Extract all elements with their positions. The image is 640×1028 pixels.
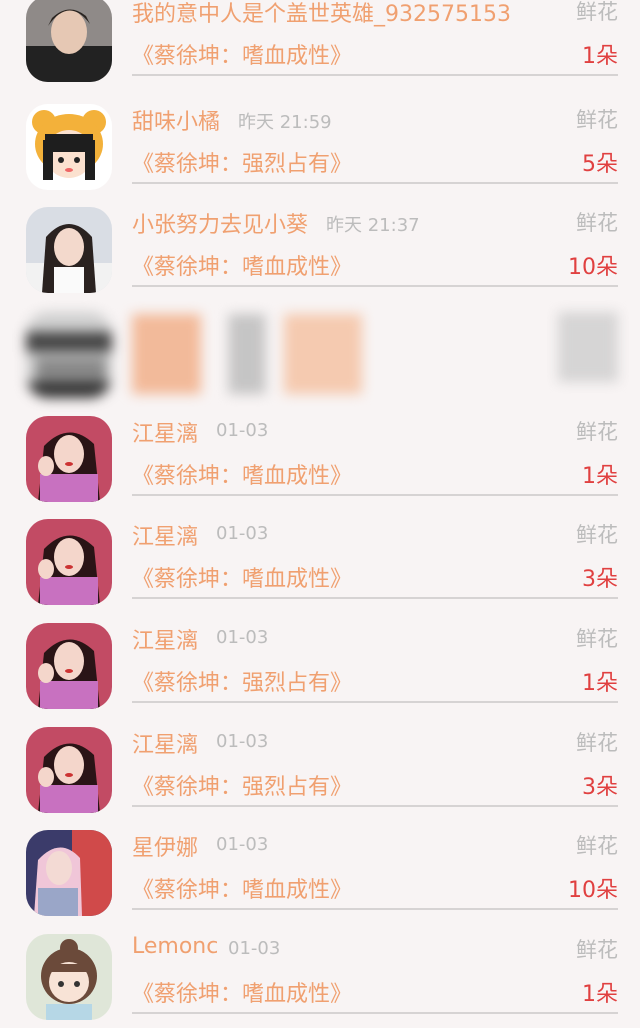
user-avatar[interactable] bbox=[26, 104, 112, 190]
gift-type-label: 鲜花 bbox=[576, 627, 618, 651]
user-avatar[interactable] bbox=[26, 623, 112, 709]
gift-record-item[interactable]: 江星漓 01-03 鲜花《蔡徐坤：强烈占有》 1朵 bbox=[0, 613, 640, 717]
row-divider bbox=[132, 285, 618, 287]
gift-count: 1朵 bbox=[582, 44, 618, 69]
book-title-link[interactable]: 《蔡徐坤：嗜血成性》 bbox=[132, 976, 352, 1008]
gift-count: 3朵 bbox=[582, 775, 618, 800]
gift-count: 5朵 bbox=[582, 152, 618, 177]
user-name[interactable]: 星伊娜 bbox=[132, 830, 198, 862]
row-divider bbox=[132, 74, 618, 76]
book-title-link[interactable]: 《蔡徐坤：强烈占有》 bbox=[132, 665, 352, 697]
gift-type-label: 鲜花 bbox=[576, 834, 618, 858]
gift-record-item[interactable]: 江星漓 01-03 鲜花《蔡徐坤：嗜血成性》 1朵 bbox=[0, 406, 640, 510]
row-divider bbox=[132, 494, 618, 496]
gift-count: 3朵 bbox=[582, 567, 618, 592]
user-name[interactable]: 小张努力去见小葵 bbox=[132, 207, 308, 239]
gift-type-label: 鲜花 bbox=[576, 108, 618, 132]
user-name[interactable]: 江星漓 bbox=[132, 519, 198, 551]
user-name[interactable]: Lemonc bbox=[132, 934, 218, 959]
timestamp: 01-03 bbox=[216, 523, 269, 544]
book-title-link[interactable]: 《蔡徐坤：强烈占有》 bbox=[132, 146, 352, 178]
gift-record-item[interactable]: 江星漓 01-03 鲜花《蔡徐坤：嗜血成性》 3朵 bbox=[0, 509, 640, 613]
user-avatar[interactable] bbox=[26, 830, 112, 916]
gift-record-item[interactable]: 小张努力去见小葵 昨天 21:37 鲜花《蔡徐坤：嗜血成性》 10朵 bbox=[0, 197, 640, 301]
gift-count: 1朵 bbox=[582, 982, 618, 1007]
timestamp: 01-03 bbox=[216, 731, 269, 752]
user-avatar[interactable] bbox=[26, 0, 112, 82]
gift-record-item[interactable]: 星伊娜 01-03 鲜花《蔡徐坤：嗜血成性》 10朵 bbox=[0, 820, 640, 924]
user-name[interactable]: 甜味小橘 bbox=[132, 104, 220, 136]
gift-type-label: 鲜花 bbox=[576, 731, 618, 755]
user-avatar[interactable] bbox=[26, 934, 112, 1020]
row-divider bbox=[132, 182, 618, 184]
timestamp: 01-03 bbox=[216, 834, 269, 855]
book-title-link[interactable]: 《蔡徐坤：嗜血成性》 bbox=[132, 458, 352, 490]
gift-record-item[interactable] bbox=[0, 302, 640, 406]
gift-count: 1朵 bbox=[582, 671, 618, 696]
book-title-link[interactable]: 《蔡徐坤：嗜血成性》 bbox=[132, 249, 352, 281]
gift-count: 10朵 bbox=[568, 878, 618, 903]
book-title-link[interactable]: 《蔡徐坤：嗜血成性》 bbox=[132, 561, 352, 593]
gift-count: 1朵 bbox=[582, 464, 618, 489]
gift-type-label: 鲜花 bbox=[576, 938, 618, 962]
user-name[interactable]: 江星漓 bbox=[132, 727, 198, 759]
user-avatar[interactable] bbox=[26, 727, 112, 813]
gift-record-item[interactable]: 我的意中人是个盖世英雄_932575153 鲜花《蔡徐坤：嗜血成性》 1朵 bbox=[0, 0, 640, 90]
user-avatar[interactable] bbox=[26, 519, 112, 605]
gift-type-label: 鲜花 bbox=[576, 0, 618, 24]
gift-type-label: 鲜花 bbox=[576, 420, 618, 444]
gift-record-item[interactable]: 江星漓 01-03 鲜花《蔡徐坤：强烈占有》 3朵 bbox=[0, 717, 640, 821]
gift-type-label: 鲜花 bbox=[576, 211, 618, 235]
row-divider bbox=[132, 597, 618, 599]
user-name[interactable]: 我的意中人是个盖世英雄_932575153 bbox=[132, 0, 511, 28]
timestamp: 01-03 bbox=[216, 420, 269, 441]
timestamp: 昨天 21:59 bbox=[238, 112, 332, 133]
book-title-link[interactable]: 《蔡徐坤：嗜血成性》 bbox=[132, 872, 352, 904]
user-name[interactable]: 江星漓 bbox=[132, 623, 198, 655]
row-divider bbox=[132, 1012, 618, 1014]
gift-count: 10朵 bbox=[568, 255, 618, 280]
user-avatar[interactable] bbox=[26, 312, 112, 398]
blurred-content bbox=[132, 314, 362, 394]
blurred-count bbox=[558, 312, 618, 382]
gift-record-list: 我的意中人是个盖世英雄_932575153 鲜花 《蔡徐坤：嗜血成性》 1朵 甜味小橘昨… bbox=[0, 0, 640, 1020]
user-avatar[interactable] bbox=[26, 416, 112, 502]
gift-type-label: 鲜花 bbox=[576, 523, 618, 547]
timestamp: 昨天 21:37 bbox=[326, 215, 420, 236]
gift-record-item[interactable]: Lemonc 01-03 鲜花《蔡徐坤：嗜血成性》 1朵 bbox=[0, 924, 640, 1028]
book-title-link[interactable]: 《蔡徐坤：嗜血成性》 bbox=[132, 38, 352, 70]
user-name[interactable]: 江星漓 bbox=[132, 416, 198, 448]
row-divider bbox=[132, 805, 618, 807]
row-divider bbox=[132, 701, 618, 703]
gift-record-item[interactable]: 甜味小橘 昨天 21:59 鲜花《蔡徐坤：强烈占有》 5朵 bbox=[0, 94, 640, 198]
timestamp: 01-03 bbox=[216, 627, 269, 648]
user-avatar[interactable] bbox=[26, 207, 112, 293]
book-title-link[interactable]: 《蔡徐坤：强烈占有》 bbox=[132, 769, 352, 801]
row-divider bbox=[132, 908, 618, 910]
timestamp: 01-03 bbox=[228, 938, 281, 959]
